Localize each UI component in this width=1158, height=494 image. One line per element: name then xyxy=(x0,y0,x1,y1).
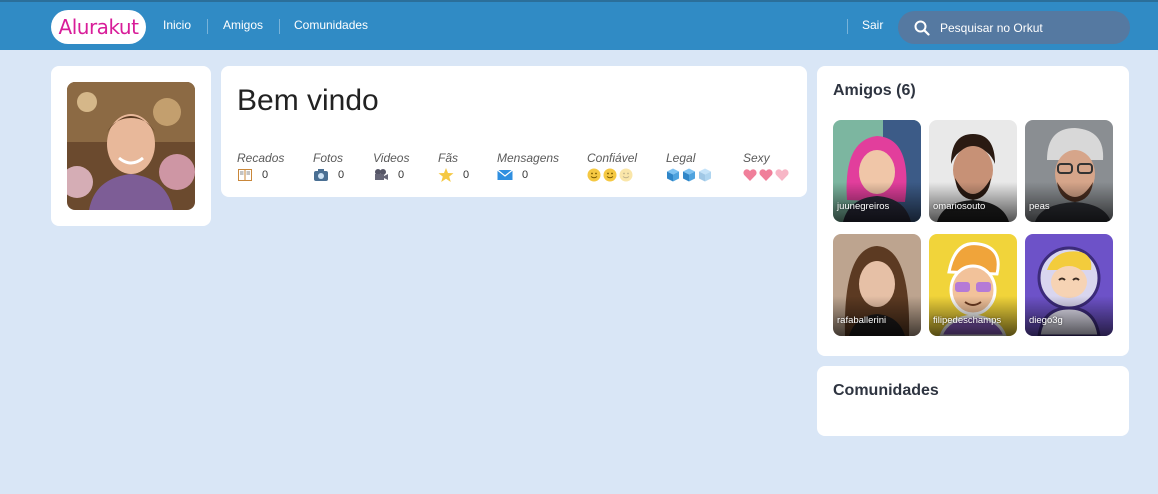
search-box[interactable] xyxy=(898,11,1130,44)
stat-value: 0 xyxy=(463,169,470,181)
stat-label: Videos xyxy=(373,151,410,165)
rating-sexy: Sexy xyxy=(743,151,791,183)
welcome-panel: Bem vindo Recados 0 Fotos 0 Videos 0 Fãs… xyxy=(221,66,807,197)
stat-videos: Videos 0 xyxy=(373,151,409,183)
stat-label: Fotos xyxy=(313,151,344,165)
nav-divider xyxy=(847,19,848,34)
rating-legal: Legal xyxy=(666,151,714,183)
book-icon xyxy=(238,169,252,181)
nav-comunidades[interactable]: Comunidades xyxy=(294,18,368,32)
stat-value: 0 xyxy=(338,169,345,181)
nav-divider xyxy=(279,19,280,34)
top-navigation-bar: Alurakut Inicio Amigos Comunidades Sair xyxy=(0,0,1158,50)
stat-label: Fãs xyxy=(438,151,459,165)
alurakut-logo[interactable]: Alurakut xyxy=(51,10,146,44)
communities-box: Comunidades xyxy=(817,366,1129,436)
ice-cube-icon xyxy=(667,168,711,182)
heart-icon xyxy=(743,169,789,181)
friend-card[interactable]: omariosouto xyxy=(929,120,1017,222)
stat-label: Legal xyxy=(666,151,696,165)
profile-avatar[interactable] xyxy=(67,82,195,210)
heart-rating[interactable] xyxy=(743,167,791,183)
stat-label: Confiável xyxy=(587,151,638,165)
friend-card[interactable]: peas xyxy=(1025,120,1113,222)
friend-name: filipedeschamps xyxy=(933,315,1002,326)
ice-cube-rating[interactable] xyxy=(666,167,714,183)
stat-fotos: Fotos 0 xyxy=(313,151,344,183)
stat-mensagens: Mensagens 0 xyxy=(497,151,559,183)
friend-name: rafaballerini xyxy=(837,315,887,326)
camera-icon xyxy=(314,169,328,181)
stat-value: 0 xyxy=(398,169,405,181)
friend-name: omariosouto xyxy=(933,201,986,212)
friend-card[interactable]: diego3g xyxy=(1025,234,1113,336)
friend-name: diego3g xyxy=(1029,315,1063,326)
welcome-title: Bem vindo xyxy=(237,84,379,117)
nav-amigos[interactable]: Amigos xyxy=(223,18,263,32)
friend-card[interactable]: filipedeschamps xyxy=(929,234,1017,336)
search-input[interactable] xyxy=(940,20,1120,35)
friend-card[interactable]: juunegreiros xyxy=(833,120,921,222)
profile-sidebar xyxy=(51,66,211,226)
friend-name: peas xyxy=(1029,201,1050,212)
rating-confiavel: Confiável xyxy=(587,151,637,183)
stat-value: 0 xyxy=(262,169,269,181)
envelope-icon xyxy=(497,169,513,180)
logout-link[interactable]: Sair xyxy=(862,18,883,32)
stat-value: 0 xyxy=(522,169,529,181)
nav-divider xyxy=(207,19,208,34)
stat-label: Sexy xyxy=(743,151,770,165)
friends-title: Amigos (6) xyxy=(833,82,916,99)
nav-inicio[interactable]: Inicio xyxy=(163,18,191,32)
smiley-icon xyxy=(587,168,633,182)
friends-box: Amigos (6) juunegreiros omariosouto peas… xyxy=(817,66,1129,356)
stat-recados: Recados 0 xyxy=(237,151,284,183)
smiley-rating[interactable] xyxy=(587,167,637,183)
communities-title: Comunidades xyxy=(833,382,939,399)
search-icon xyxy=(914,20,930,36)
friend-card[interactable]: rafaballerini xyxy=(833,234,921,336)
video-camera-icon xyxy=(375,169,388,180)
stat-fas: Fãs 0 xyxy=(438,151,469,183)
stat-label: Recados xyxy=(237,151,285,165)
stat-label: Mensagens xyxy=(497,151,560,165)
star-icon xyxy=(438,168,454,182)
friend-name: juunegreiros xyxy=(837,201,890,212)
